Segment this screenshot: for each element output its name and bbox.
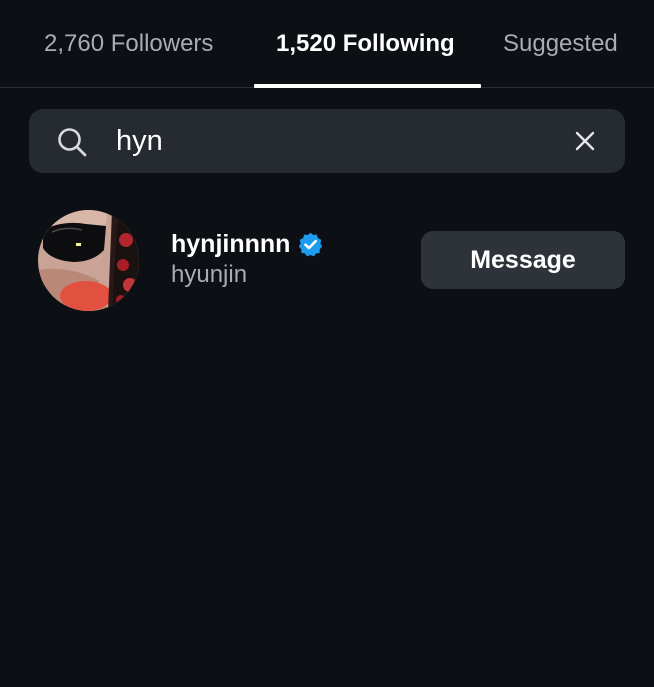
tab-following[interactable]: 1,520 Following: [276, 28, 455, 60]
active-tab-indicator: [254, 84, 481, 88]
verified-badge-icon: [299, 232, 323, 256]
username-row: hynjinnnn: [171, 229, 324, 259]
tab-bar: 2,760 Followers 1,520 Following Suggeste…: [0, 0, 654, 88]
search-bar[interactable]: hyn: [29, 109, 625, 173]
message-button[interactable]: Message: [421, 231, 625, 289]
avatar[interactable]: [38, 210, 139, 311]
tab-followers[interactable]: 2,760 Followers: [44, 28, 213, 60]
full-name: hyunjin: [171, 261, 248, 288]
list-item[interactable]: hynjinnnn hyunjin Message: [0, 205, 654, 315]
search-input[interactable]: hyn: [116, 124, 163, 158]
close-icon[interactable]: [573, 129, 597, 153]
username[interactable]: hynjinnnn: [171, 229, 290, 259]
tab-suggested[interactable]: Suggested: [503, 28, 618, 60]
search-icon: [58, 128, 87, 157]
avatar-image: [38, 210, 139, 311]
